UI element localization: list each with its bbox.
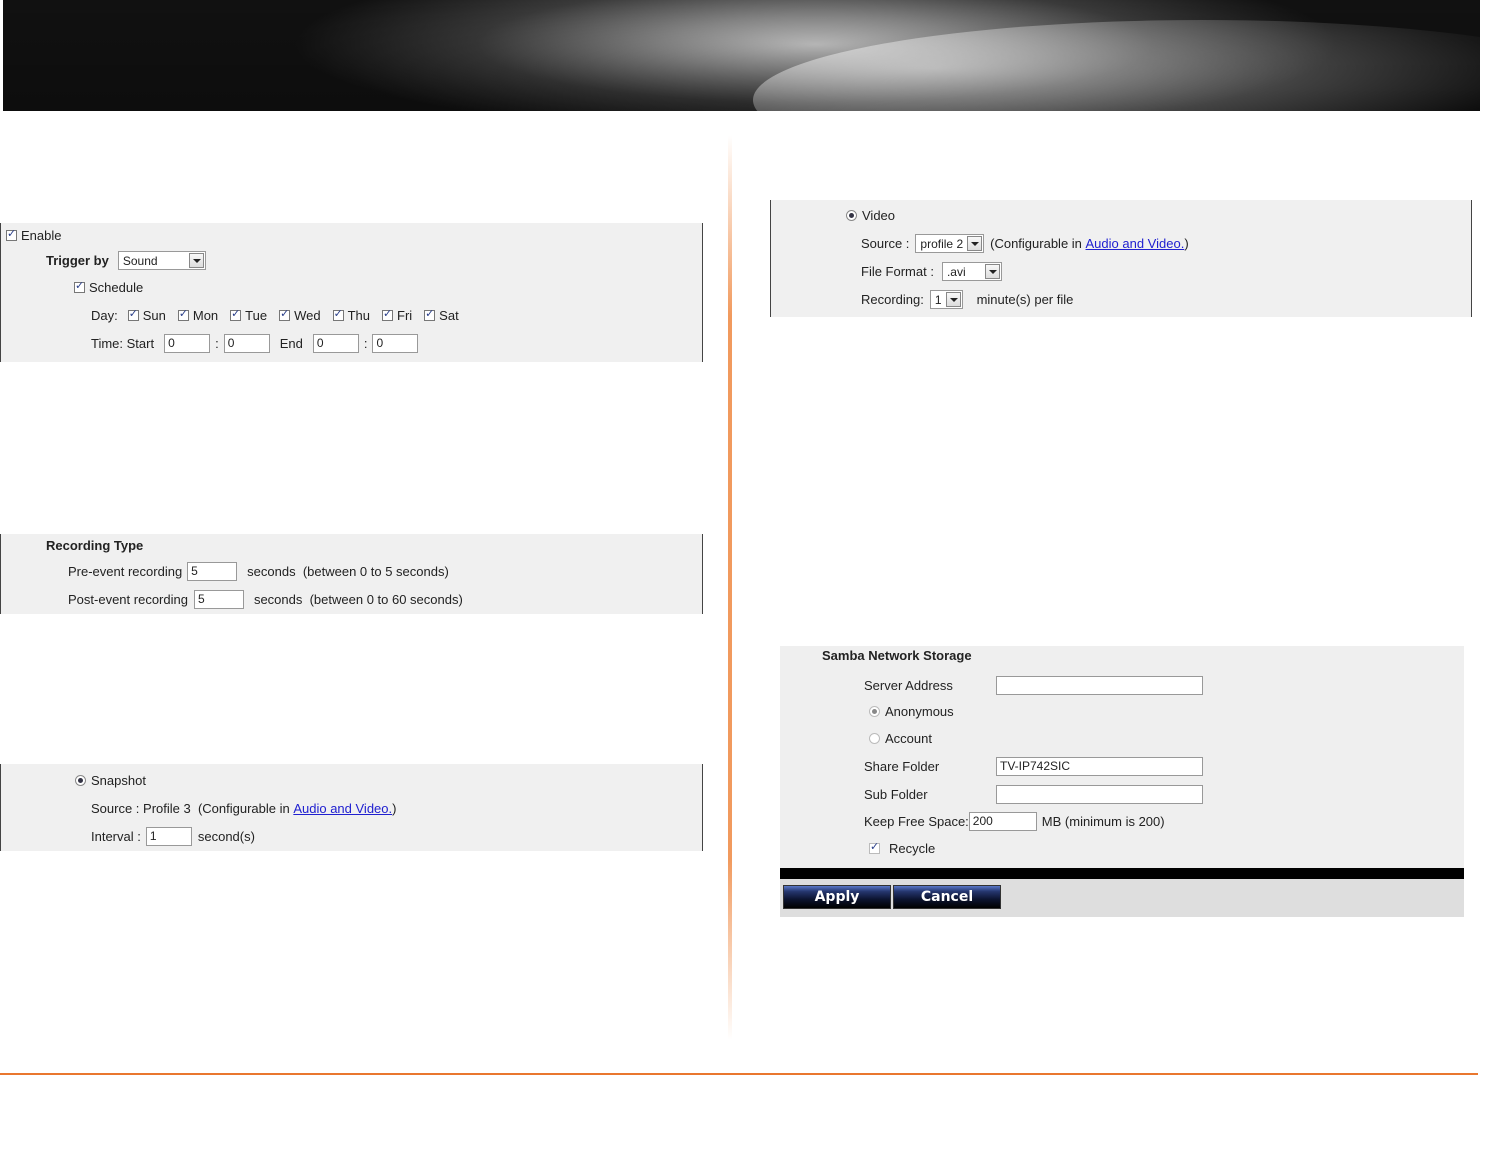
time-colon: : bbox=[215, 336, 219, 351]
video-panel: Video Source : profile 2 (Configurable i… bbox=[770, 200, 1472, 317]
video-source-select[interactable]: profile 2 bbox=[915, 234, 985, 253]
file-format-select[interactable]: .avi bbox=[941, 262, 1002, 281]
video-config-text: (Configurable in bbox=[990, 236, 1086, 251]
event-trigger-panel: Enable Trigger by Sound Schedule Day: Su… bbox=[0, 223, 703, 362]
video-label: Video bbox=[862, 208, 896, 223]
time-start-label: Time: Start bbox=[91, 336, 155, 351]
pre-event-label: Pre-event recording bbox=[68, 564, 183, 579]
trigger-by-label: Trigger by bbox=[46, 253, 109, 268]
anonymous-radio[interactable] bbox=[869, 706, 880, 717]
sub-folder-input[interactable] bbox=[996, 785, 1203, 804]
time-colon: : bbox=[363, 336, 368, 351]
keep-free-space-unit: MB (minimum is 200) bbox=[1041, 814, 1165, 829]
day-sat-label: Sat bbox=[439, 308, 459, 323]
day-sun-label: Sun bbox=[142, 308, 166, 323]
account-label: Account bbox=[885, 731, 932, 746]
footer-line bbox=[0, 1073, 1478, 1075]
account-radio[interactable] bbox=[869, 733, 880, 744]
day-tue-checkbox[interactable] bbox=[230, 307, 242, 321]
schedule-checkbox[interactable] bbox=[74, 279, 85, 293]
day-fri-checkbox[interactable] bbox=[382, 307, 393, 321]
end-label: End bbox=[279, 336, 303, 351]
day-thu-checkbox[interactable] bbox=[332, 307, 344, 321]
chevron-down-icon bbox=[188, 253, 204, 268]
video-source-label: Source : bbox=[861, 236, 910, 251]
header-banner bbox=[3, 0, 1480, 111]
enable-checkbox[interactable] bbox=[6, 227, 17, 241]
recording-type-title: Recording Type bbox=[46, 538, 144, 553]
server-address-input[interactable] bbox=[996, 676, 1203, 695]
end-minute-input[interactable]: 0 bbox=[372, 334, 419, 353]
anonymous-label: Anonymous bbox=[885, 704, 954, 719]
enable-label: Enable bbox=[21, 228, 62, 243]
close-paren: ) bbox=[1184, 236, 1189, 251]
day-fri-label: Fri bbox=[397, 308, 413, 323]
day-mon-label: Mon bbox=[192, 308, 219, 323]
start-hour-input[interactable]: 0 bbox=[164, 334, 211, 353]
interval-unit: second(s) bbox=[197, 829, 255, 844]
snapshot-source-text: Source : Profile 3 (Configurable in bbox=[91, 801, 294, 816]
video-radio[interactable] bbox=[846, 210, 857, 221]
schedule-label: Schedule bbox=[89, 280, 144, 295]
chevron-down-icon bbox=[967, 236, 983, 251]
keep-free-space-input[interactable]: 200 bbox=[968, 812, 1037, 831]
snapshot-audio-video-link[interactable]: Audio and Video. bbox=[293, 801, 392, 816]
close-paren: ) bbox=[392, 801, 397, 816]
recording-select[interactable]: 1 bbox=[929, 290, 963, 309]
end-hour-input[interactable]: 0 bbox=[312, 334, 359, 353]
post-event-label: Post-event recording bbox=[68, 592, 188, 607]
video-audio-video-link[interactable]: Audio and Video. bbox=[1086, 236, 1185, 251]
day-wed-label: Wed bbox=[294, 308, 321, 323]
recycle-checkbox[interactable] bbox=[869, 840, 880, 854]
recording-label: Recording: bbox=[861, 292, 924, 307]
vertical-divider bbox=[728, 135, 732, 1040]
keep-free-space-label: Keep Free Space: bbox=[864, 814, 969, 829]
recording-type-panel: Recording Type Pre-event recording 5 sec… bbox=[0, 534, 703, 614]
trigger-by-select[interactable]: Sound bbox=[117, 251, 206, 270]
interval-input[interactable]: 1 bbox=[145, 827, 192, 846]
file-format-label: File Format : bbox=[861, 264, 934, 279]
day-mon-checkbox[interactable] bbox=[177, 307, 189, 321]
apply-button[interactable]: Apply bbox=[783, 885, 891, 909]
interval-label: Interval : bbox=[91, 829, 141, 844]
pre-event-input[interactable]: 5 bbox=[187, 562, 238, 581]
day-tue-label: Tue bbox=[245, 308, 268, 323]
server-address-label: Server Address bbox=[864, 678, 953, 693]
day-thu-label: Thu bbox=[347, 308, 370, 323]
day-sat-checkbox[interactable] bbox=[424, 307, 436, 321]
snapshot-label: Snapshot bbox=[91, 773, 146, 788]
pre-event-suffix: seconds (between 0 to 5 seconds) bbox=[247, 564, 449, 579]
day-wed-checkbox[interactable] bbox=[279, 307, 291, 321]
sub-folder-label: Sub Folder bbox=[864, 787, 928, 802]
recycle-label: Recycle bbox=[889, 841, 936, 856]
share-folder-input[interactable]: TV-IP742SIC bbox=[996, 757, 1203, 776]
post-event-input[interactable]: 5 bbox=[193, 590, 244, 609]
snapshot-panel: Snapshot Source : Profile 3 (Configurabl… bbox=[0, 764, 703, 851]
day-label: Day: bbox=[91, 308, 118, 323]
snapshot-radio[interactable] bbox=[75, 775, 86, 786]
start-minute-input[interactable]: 0 bbox=[223, 334, 270, 353]
cancel-button[interactable]: Cancel bbox=[893, 885, 1001, 909]
day-sun-checkbox[interactable] bbox=[127, 307, 139, 321]
recording-unit: minute(s) per file bbox=[976, 292, 1074, 307]
samba-panel: Samba Network Storage Server Address Ano… bbox=[780, 646, 1464, 917]
share-folder-label: Share Folder bbox=[864, 759, 940, 774]
button-bar-divider bbox=[780, 868, 1464, 879]
post-event-suffix: seconds (between 0 to 60 seconds) bbox=[253, 592, 463, 607]
chevron-down-icon bbox=[945, 292, 961, 307]
chevron-down-icon bbox=[984, 264, 1000, 279]
samba-title: Samba Network Storage bbox=[822, 648, 972, 663]
